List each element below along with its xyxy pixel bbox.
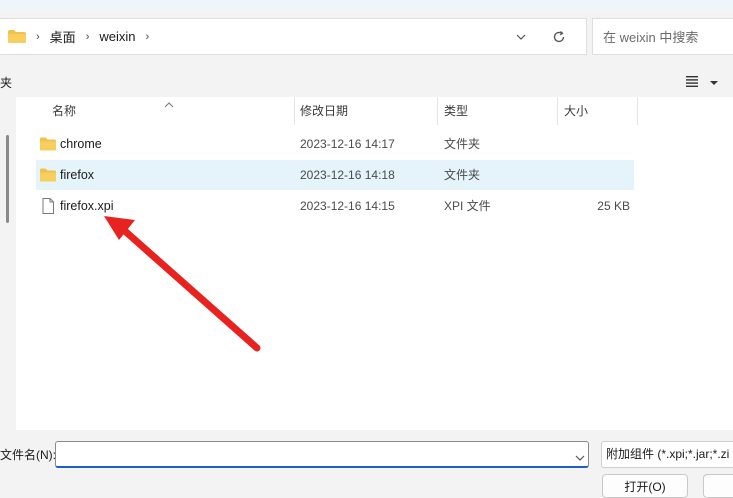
column-divider[interactable] <box>557 97 558 125</box>
column-header-size[interactable]: 大小 <box>564 97 588 125</box>
open-button[interactable]: 打开(O) <box>602 474 688 498</box>
file-modified: 2023-12-16 14:18 <box>300 168 395 182</box>
chevron-down-icon[interactable] <box>514 30 528 44</box>
chevron-right-icon[interactable]: › <box>86 31 90 43</box>
nav-pane-scrollbar[interactable] <box>0 97 16 430</box>
address-bar[interactable]: › 桌面 › weixin › <box>0 18 587 55</box>
file-name: firefox <box>60 168 95 182</box>
chevron-right-icon[interactable]: › <box>36 31 40 43</box>
file-row-firefox-xpi[interactable]: firefox.xpi 2023-12-16 14:15 XPI 文件 25 K… <box>36 191 634 221</box>
column-divider[interactable] <box>637 97 638 125</box>
filename-input[interactable] <box>55 441 589 468</box>
window-top-strip <box>0 0 733 10</box>
chevron-down-icon[interactable] <box>575 451 585 461</box>
column-header-name[interactable]: 名称 <box>52 97 76 125</box>
file-size: 25 KB <box>597 199 630 213</box>
file-row-firefox[interactable]: firefox 2023-12-16 14:18 文件夹 <box>36 160 634 190</box>
refresh-icon[interactable] <box>551 29 567 45</box>
search-input[interactable]: 在 weixin 中搜索 <box>592 18 733 55</box>
sort-ascending-icon <box>164 97 174 108</box>
file-name: chrome <box>60 137 102 151</box>
file-type: XPI 文件 <box>444 199 491 213</box>
toolbar-new-folder-fragment[interactable]: 夹 <box>0 74 12 91</box>
file-type: 文件夹 <box>444 168 481 182</box>
view-list-icon[interactable] <box>684 74 700 88</box>
breadcrumb-item-desktop[interactable]: 桌面 <box>50 27 76 46</box>
file-name: firefox.xpi <box>60 199 114 213</box>
folder-icon <box>8 30 26 43</box>
breadcrumb-item-weixin[interactable]: weixin <box>99 29 135 44</box>
file-modified: 2023-12-16 14:15 <box>300 199 395 213</box>
view-dropdown-icon[interactable] <box>709 76 719 85</box>
file-icon <box>40 198 56 214</box>
column-header-modified[interactable]: 修改日期 <box>300 97 348 125</box>
file-modified: 2023-12-16 14:17 <box>300 137 395 151</box>
list-header: 名称 修改日期 类型 大小 <box>16 97 733 125</box>
folder-icon <box>40 168 56 182</box>
chevron-right-icon[interactable]: › <box>145 31 149 43</box>
cancel-button[interactable] <box>703 474 733 498</box>
filename-label: 文件名(N): <box>0 448 56 462</box>
scrollbar-thumb[interactable] <box>6 135 9 223</box>
file-type-filter-select[interactable]: 附加组件 (*.xpi;*.jar;*.zi <box>601 441 733 468</box>
folder-icon <box>40 137 56 151</box>
column-divider[interactable] <box>437 97 438 125</box>
file-type: 文件夹 <box>444 137 481 151</box>
file-list: 名称 修改日期 类型 大小 chrome 2023-12-16 14:17 文件… <box>16 97 733 430</box>
file-row-chrome[interactable]: chrome 2023-12-16 14:17 文件夹 <box>36 129 634 159</box>
column-divider[interactable] <box>294 97 295 125</box>
column-header-type[interactable]: 类型 <box>444 97 468 125</box>
